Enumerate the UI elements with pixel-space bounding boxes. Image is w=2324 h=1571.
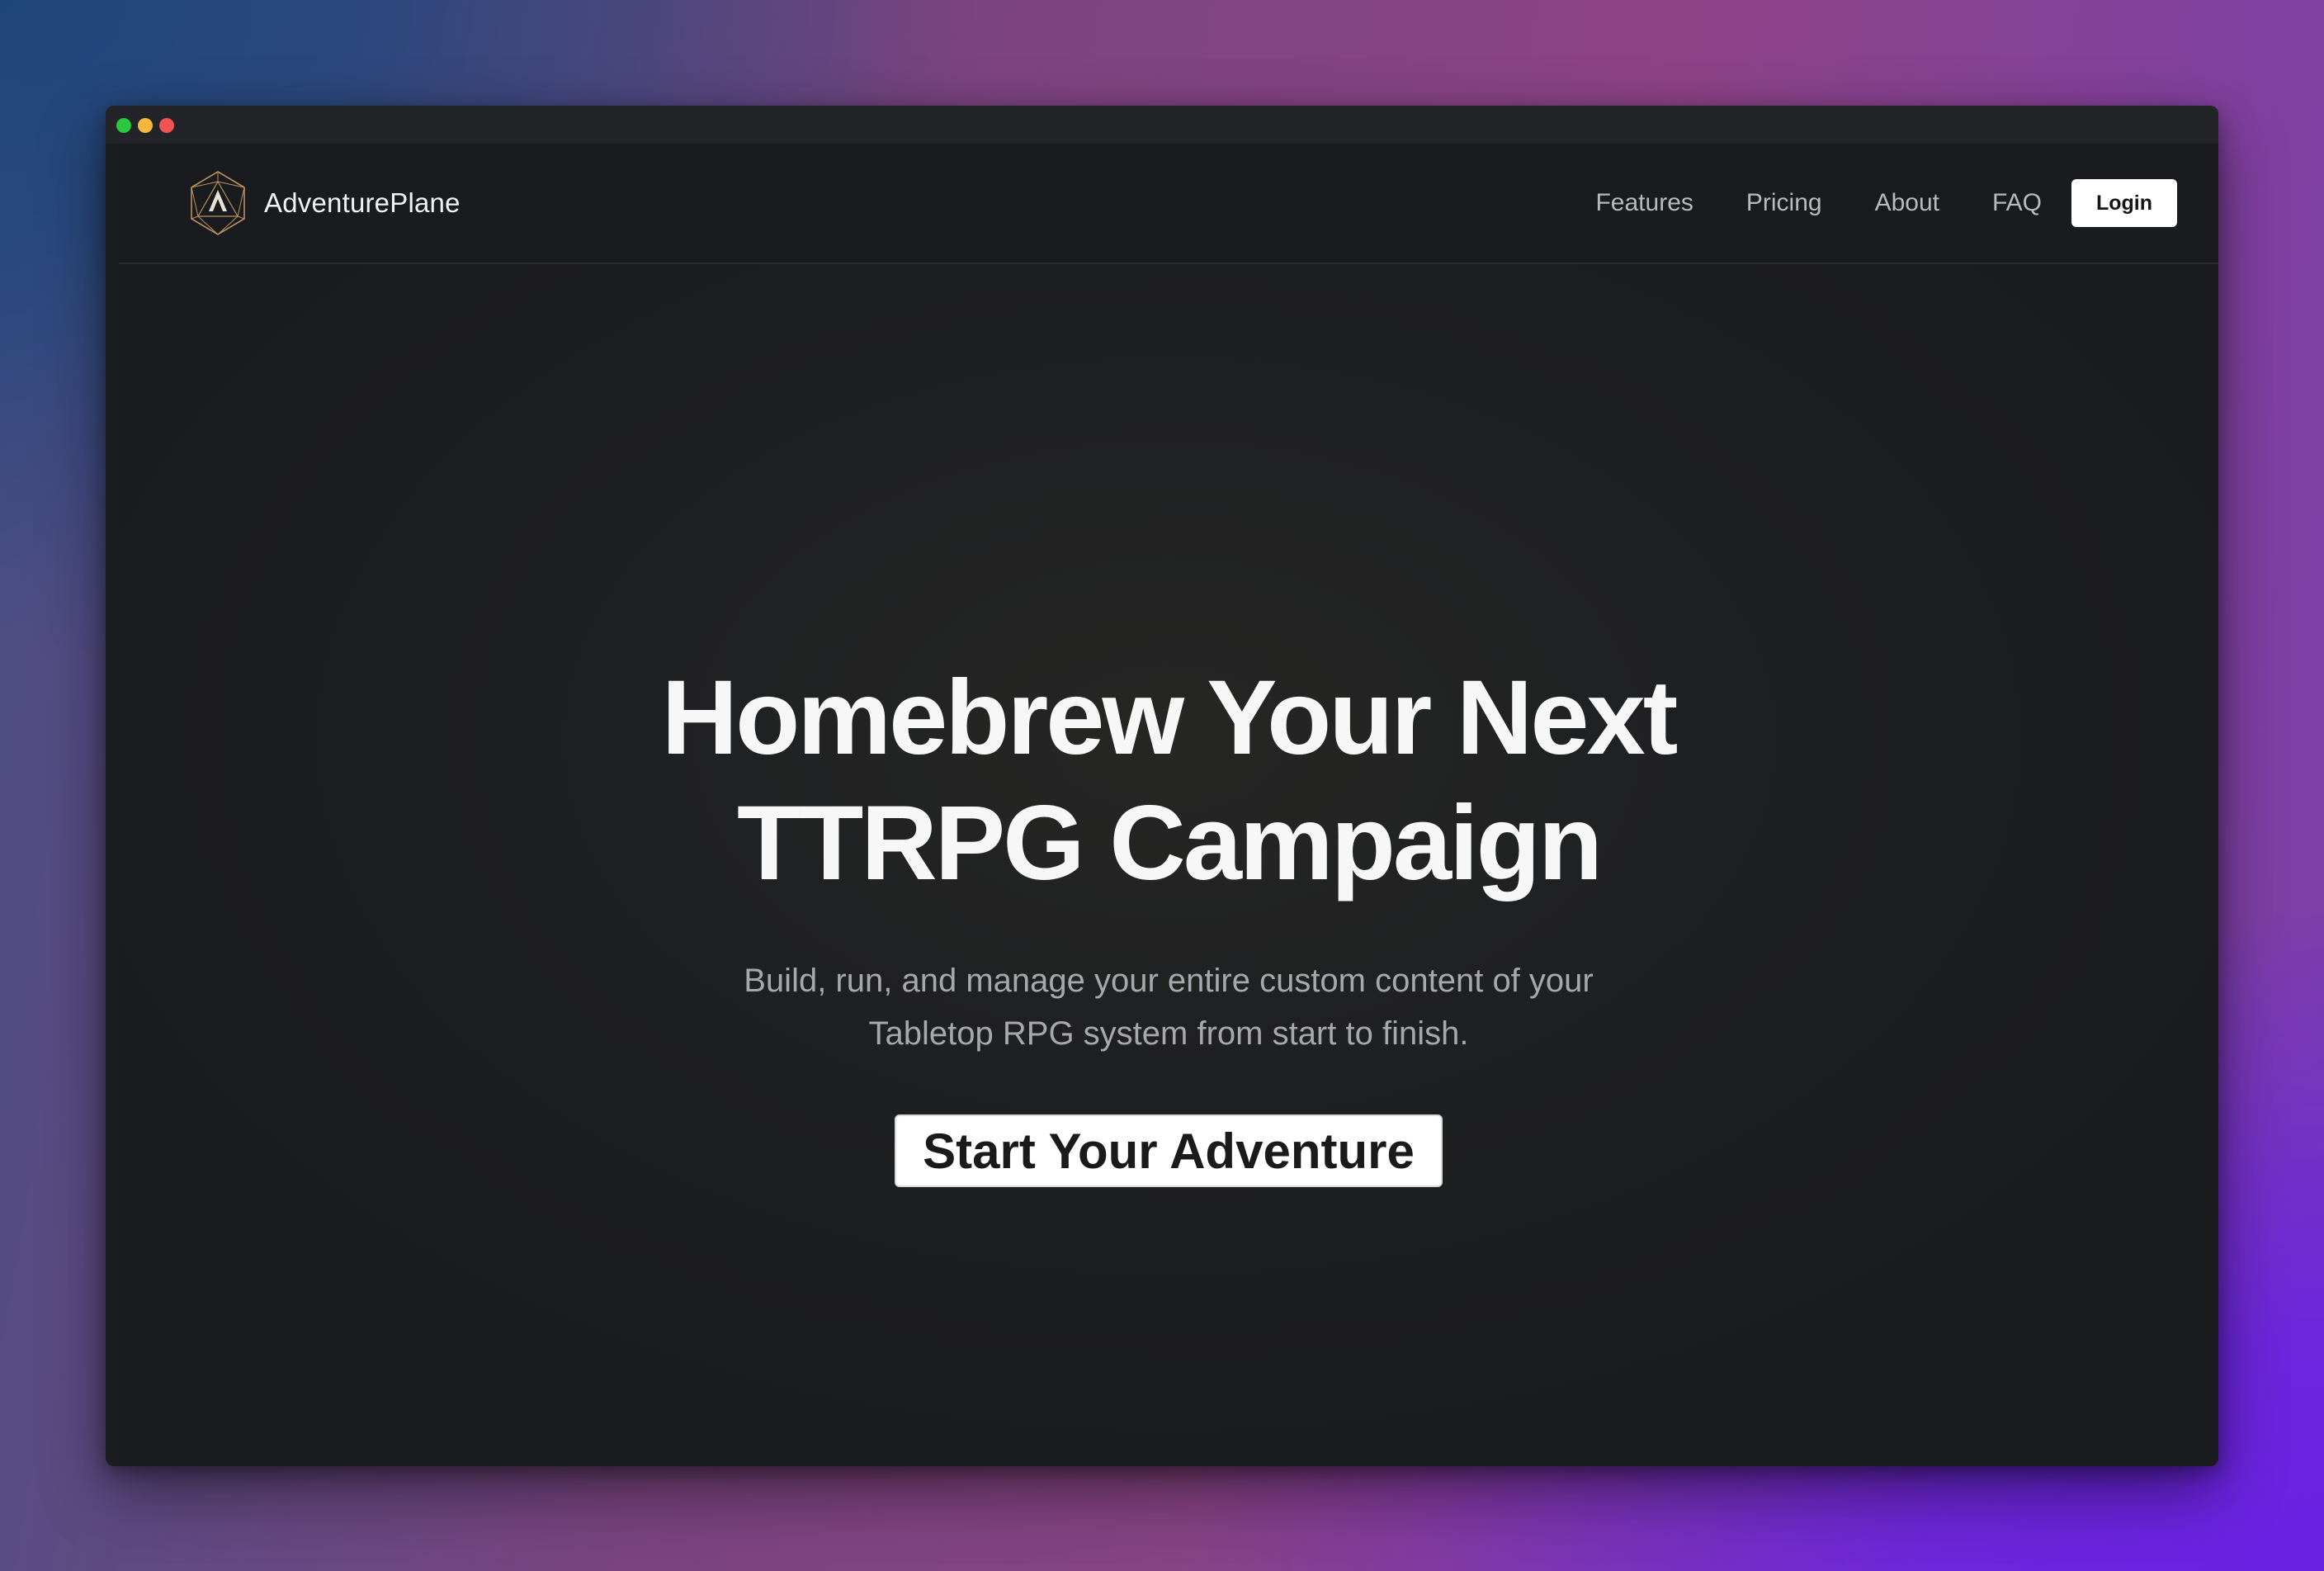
hero-headline-line-2: TTRPG Campaign xyxy=(736,784,1603,902)
window-close-button[interactable] xyxy=(159,118,174,133)
login-button[interactable]: Login xyxy=(2071,179,2177,227)
top-navbar: AdventurePlane Features Pricing About FA… xyxy=(119,144,2218,264)
hero-subtitle-line-1: Build, run, and manage your entire custo… xyxy=(744,963,1594,999)
nav-links: Features Pricing About FAQ Login xyxy=(1542,144,2218,263)
window-minimize-button[interactable] xyxy=(138,118,153,133)
nav-link-about[interactable]: About xyxy=(1875,189,1939,217)
d20-logo-icon xyxy=(191,171,245,235)
hero-headline-line-1: Homebrew Your Next xyxy=(661,659,1679,777)
nav-link-features[interactable]: Features xyxy=(1595,189,1693,217)
browser-window: AdventurePlane Features Pricing About FA… xyxy=(106,106,2218,1466)
brand-name: AdventurePlane xyxy=(264,187,461,218)
window-maximize-button[interactable] xyxy=(116,118,131,133)
hero-section: Homebrew Your Next TTRPG Campaign Build,… xyxy=(119,655,2218,1187)
window-titlebar xyxy=(106,106,2218,144)
brand[interactable]: AdventurePlane xyxy=(188,170,461,236)
hero-headline: Homebrew Your Next TTRPG Campaign xyxy=(119,655,2218,906)
start-adventure-button[interactable]: Start Your Adventure xyxy=(895,1114,1443,1187)
page-content: AdventurePlane Features Pricing About FA… xyxy=(119,144,2218,1466)
nav-link-faq[interactable]: FAQ xyxy=(1992,189,2042,217)
nav-link-pricing[interactable]: Pricing xyxy=(1746,189,1822,217)
hero-subtitle-line-2: Tabletop RPG system from start to finish… xyxy=(868,1015,1469,1052)
hero-subtitle: Build, run, and manage your entire custo… xyxy=(119,954,2218,1060)
